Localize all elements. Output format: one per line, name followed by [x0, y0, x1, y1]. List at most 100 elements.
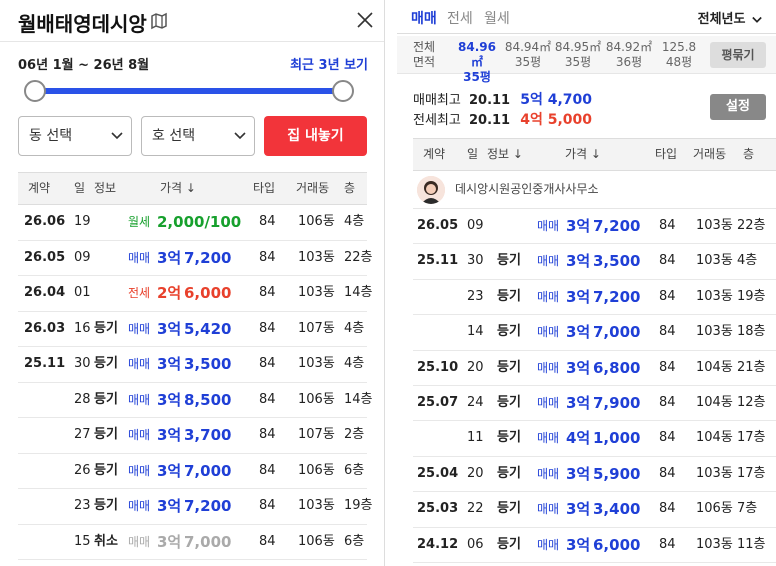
col-price[interactable]: 가격 ↓ [565, 139, 601, 170]
price-sub: 7,900 [593, 393, 641, 412]
table-row[interactable]: 27 등기 매매 3억 3,700 84 107동 2층 [18, 418, 367, 454]
table-row[interactable]: 14 등기 매매 3억 7,000 84 103동 18층 [413, 315, 776, 351]
jeonse-max-price: 4억 5,000 [520, 112, 593, 128]
building: 103동 [696, 253, 733, 269]
table-row[interactable]: 26.06 19 월세 2,000/100 84 106동 4층 [18, 205, 367, 241]
contract-day: 09 [467, 218, 484, 233]
contract-day: 24 [467, 394, 484, 410]
col-floor: 층 [344, 181, 356, 195]
floor: 2층 [344, 427, 365, 442]
dong-select[interactable]: 동 선택 [18, 116, 132, 156]
unit-type: 84 [259, 356, 276, 371]
contract-month: 26.05 [417, 218, 459, 233]
slider-handle-end[interactable] [332, 80, 354, 102]
price-main: 3억 [157, 390, 182, 409]
tab-sale[interactable]: 매매 [411, 8, 437, 28]
registry-status: 등기 [497, 501, 521, 517]
group-pyeong-button[interactable]: 평묶기 [710, 42, 766, 68]
table-row[interactable]: 24.12 06 등기 매매 3억 6,000 84 103동 11층 [413, 528, 776, 563]
unit-type: 84 [259, 427, 276, 442]
table-row[interactable]: 28 등기 매매 3억 8,500 84 106동 14층 [18, 383, 373, 418]
price-sub: 7,200 [593, 217, 641, 235]
jeonse-max-row: 전세최고 20.11 4억 5,000 [413, 109, 592, 129]
table-row[interactable]: 26.04 01 전세 2억 6,000 84 103동 14층 [18, 276, 373, 312]
price-main: 3억 [157, 532, 182, 551]
area-option[interactable]: 84.96㎡ 35평 [453, 40, 501, 85]
ho-select[interactable]: 호 선택 [141, 116, 255, 156]
contract-day: 28 [74, 391, 91, 407]
floor: 14층 [344, 285, 373, 300]
date-range-slider[interactable] [24, 80, 354, 102]
date-range-text: 06년 1월 ~ 26년 8월 [18, 58, 150, 73]
table-row[interactable]: 26.05 09 매매 3억 7,200 84 103동 22층 [18, 241, 373, 276]
col-day: 일 [74, 181, 86, 195]
area-option[interactable]: 84.95㎡ 35평 [554, 40, 602, 70]
col-day: 일 [467, 147, 479, 161]
col-info[interactable]: 정보 ↓ [487, 139, 523, 170]
contract-day: 06 [467, 536, 484, 552]
building: 107동 [298, 320, 335, 336]
price-sub: 6,000 [593, 535, 641, 554]
contract-day: 16 [74, 320, 91, 336]
recent-3-years-link[interactable]: 최근 3년 보기 [290, 54, 368, 73]
registry-status: 등기 [94, 427, 118, 442]
col-type: 타입 [253, 181, 276, 195]
trade-kind: 전세 [128, 286, 151, 300]
area-option[interactable]: 84.94㎡ 35평 [504, 40, 552, 70]
trade-kind: 매매 [128, 534, 151, 549]
building: 103동 [298, 498, 335, 513]
table-row[interactable]: 15 취소 매매 3억 7,000 84 106동 6층 [18, 525, 367, 560]
unit-type: 84 [259, 533, 276, 549]
area-option[interactable]: 125.8 48평 [655, 40, 703, 70]
price-main: 2,000/100 [157, 213, 242, 231]
contract-month: 24.12 [417, 536, 459, 552]
table-row[interactable]: 11 등기 매매 4억 1,000 84 104동 17층 [413, 421, 776, 457]
agent-row[interactable]: 데시앙시원공인중개사사무소 [413, 171, 776, 209]
close-icon[interactable] [355, 10, 375, 30]
building: 104동 [696, 394, 733, 410]
table-row[interactable]: 26.05 09 매매 3억 7,200 84 103동 22층 [413, 209, 776, 245]
unit-type: 84 [259, 462, 276, 478]
price-sub: 7,000 [184, 461, 232, 480]
trade-kind: 매매 [128, 463, 151, 478]
building: 106동 [298, 391, 335, 407]
contract-month: 25.11 [24, 356, 66, 371]
price-sub: 3,500 [593, 252, 641, 271]
area-option[interactable]: 84.92㎡ 36평 [605, 40, 653, 70]
dong-select-label: 동 선택 [29, 128, 73, 144]
contract-month: 25.10 [417, 359, 459, 375]
table-row[interactable]: 25.11 30 등기 매매 3억 3,500 84 103동 4층 [413, 244, 776, 280]
col-price[interactable]: 가격 ↓ [160, 173, 196, 204]
year-filter[interactable]: 전체년도 [698, 8, 762, 27]
table-row[interactable]: 26 등기 매매 3억 7,000 84 106동 6층 [18, 454, 367, 489]
floor: 14층 [344, 391, 373, 407]
col-dong: 거래동 [693, 147, 727, 161]
table-row[interactable]: 26.03 16 등기 매매 3억 5,420 84 107동 4층 [18, 312, 367, 347]
settings-button[interactable]: 설정 [710, 94, 766, 120]
trade-type-tabs: 매매 전세 월세 전체년도 [397, 0, 776, 34]
transaction-table: 계약 일 정보 가격 ↓ 타입 거래동 층 26.06 19 월세 2,000/100… [18, 172, 373, 560]
table-row[interactable]: 25.07 24 등기 매매 3억 7,900 84 104동 12층 [413, 386, 776, 422]
unit-type: 84 [259, 391, 276, 407]
table-row[interactable]: 25.03 22 등기 매매 3억 3,400 84 106동 7층 [413, 492, 776, 528]
list-home-button[interactable]: 집 내놓기 [264, 116, 367, 156]
table-row[interactable]: 23 등기 매매 3억 7,200 84 103동 19층 [18, 489, 373, 525]
price-main: 3억 [157, 248, 182, 267]
price-main: 3억 [566, 535, 591, 554]
table-row[interactable]: 25.04 20 등기 매매 3억 5,900 84 103동 17층 [413, 457, 776, 493]
map-icon[interactable] [150, 12, 168, 30]
floor: 21층 [737, 359, 766, 375]
floor: 6층 [344, 533, 365, 549]
table-row[interactable]: 25.10 20 등기 매매 3억 6,800 84 104동 21층 [413, 351, 776, 386]
trade-kind: 매매 [537, 254, 560, 269]
unit-type: 84 [659, 253, 676, 269]
table-row[interactable]: 23 등기 매매 3억 7,200 84 103동 19층 [413, 280, 776, 316]
tab-jeonse[interactable]: 전세 [447, 8, 473, 28]
slider-handle-start[interactable] [24, 80, 46, 102]
table-row[interactable]: 25.11 30 등기 매매 3억 3,500 84 103동 4층 [18, 347, 367, 383]
price-sub: 6,800 [593, 358, 641, 377]
trade-kind: 매매 [537, 502, 560, 517]
unit-type: 84 [259, 249, 276, 265]
complex-title: 월배태영데시앙 [18, 12, 147, 36]
tab-monthly[interactable]: 월세 [484, 8, 510, 28]
